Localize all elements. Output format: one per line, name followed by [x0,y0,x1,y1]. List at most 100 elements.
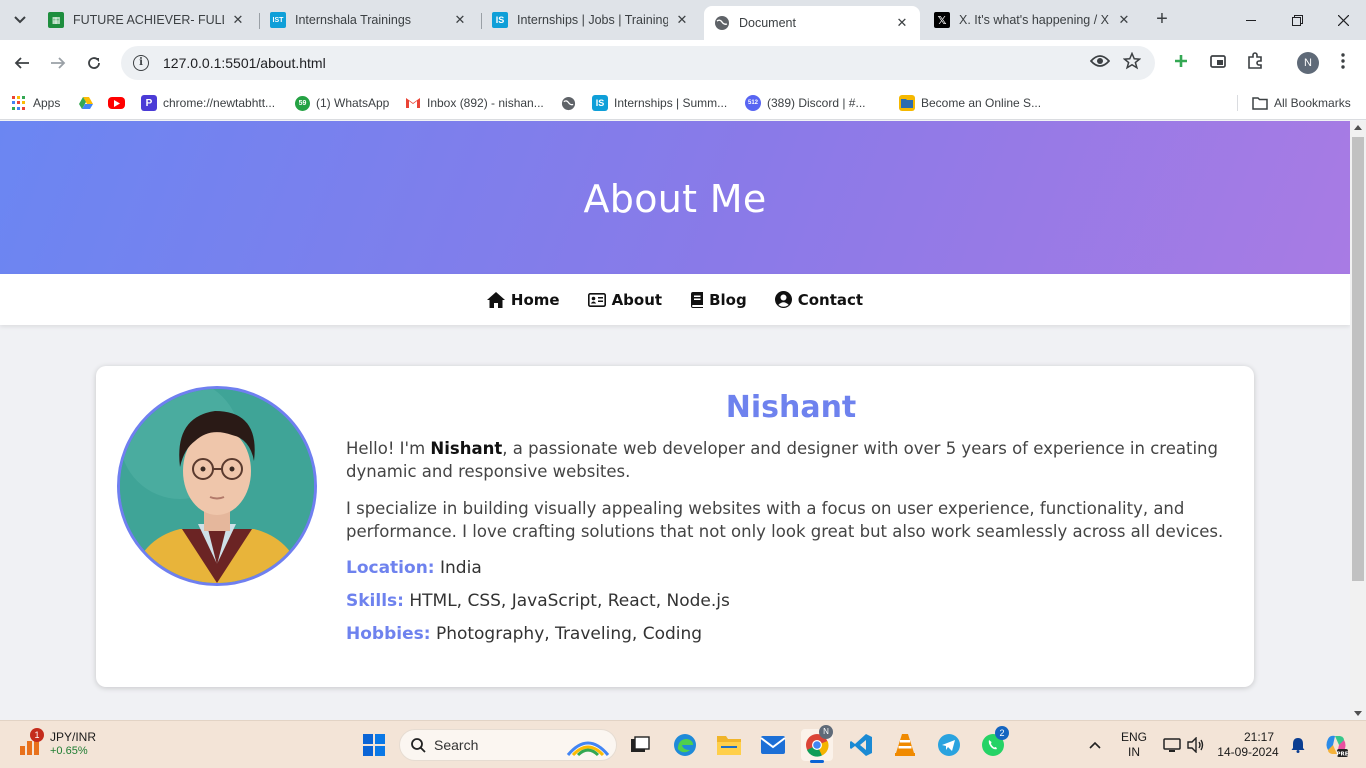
scroll-up-icon[interactable] [1354,125,1362,130]
profile-avatar[interactable]: N [1297,52,1319,74]
bookmark-star-icon[interactable] [1120,49,1144,73]
url-text[interactable]: 127.0.0.1:5501/about.html [163,55,326,71]
apps-grid-icon [12,96,26,110]
nav-home[interactable]: Home [486,291,560,309]
scroll-down-icon[interactable] [1354,711,1362,716]
detail-skills: Skills: HTML, CSS, JavaScript, React, No… [346,591,730,611]
whatsapp-button[interactable]: 2 [977,726,1009,761]
user-circle-icon [774,291,792,308]
specialty-paragraph: I specialize in building visually appeal… [346,499,1224,541]
restore-button[interactable] [1274,0,1320,40]
network-button[interactable] [1160,729,1184,761]
close-icon[interactable]: ✕ [230,12,246,28]
bookmark-newtab[interactable]: P chrome://newtabhtt... [141,92,275,114]
close-icon [1337,14,1349,26]
vscode-button[interactable] [845,729,877,761]
close-window-button[interactable] [1320,0,1366,40]
bookmark-youtube[interactable] [108,92,131,114]
close-icon[interactable]: ✕ [894,15,910,31]
profile-card: Nishant Hello! I'm Nishant, a passionate… [96,366,1254,687]
gmail-icon [405,95,421,111]
globe-icon [560,95,576,111]
mail-button[interactable] [757,729,789,761]
chrome-button[interactable]: N [801,725,833,763]
arrow-left-icon [14,57,29,69]
forward-button[interactable] [44,49,72,77]
globe-icon [714,15,730,31]
whatsapp-icon: 59 [295,95,310,111]
folder-icon [717,736,741,755]
nav-about[interactable]: About [587,291,662,309]
volume-button[interactable] [1184,729,1208,761]
arrow-right-icon [51,57,66,69]
folder-logo-icon [899,95,915,111]
bookmark-globe[interactable] [560,92,582,114]
close-icon[interactable]: ✕ [452,12,468,28]
task-view-button[interactable] [624,729,656,761]
bookmark-discord[interactable]: 512 (389) Discord | #... [745,92,865,114]
tab-search-button[interactable] [8,8,32,32]
bookmark-gmail[interactable]: Inbox (892) - nishan... [405,92,544,114]
x-icon: 𝕏 [934,12,950,28]
tab-internshala-trainings[interactable]: IST Internshala Trainings ✕ [260,5,478,35]
blog-icon [691,291,704,308]
tab-future-achiever[interactable]: ▦ FUTURE ACHIEVER- FULL STA ✕ [38,5,256,35]
volume-icon [1187,737,1204,753]
nav-contact[interactable]: Contact [774,291,863,309]
file-explorer-button[interactable] [713,729,745,761]
start-button[interactable] [358,729,390,761]
telegram-button[interactable] [933,729,965,761]
all-bookmarks[interactable]: All Bookmarks [1252,92,1351,114]
tab-x[interactable]: 𝕏 X. It's what's happening / X ✕ [924,5,1142,35]
edge-icon [674,734,696,756]
back-button[interactable] [8,49,36,77]
minimize-button[interactable] [1228,0,1274,40]
bookmark-whatsapp[interactable]: 59 (1) WhatsApp [295,92,389,114]
site-nav: Home About Blog Contact [0,274,1350,325]
page-scrollbar[interactable] [1350,121,1366,720]
weather-widget[interactable]: 1 JPY/INR +0.65% [14,728,124,762]
tray-overflow-button[interactable] [1081,729,1109,761]
vlc-button[interactable] [889,729,921,761]
copilot-button[interactable]: PRE [1320,729,1352,761]
close-icon[interactable]: ✕ [1116,12,1132,28]
reload-button[interactable] [80,49,108,77]
site-info-icon[interactable]: i [133,55,149,71]
widget-badge: 1 [30,728,44,742]
sheets-icon: ▦ [48,12,64,28]
eye-icon[interactable] [1088,49,1112,73]
whatsapp-badge: 2 [995,726,1009,740]
notifications-button[interactable] [1286,729,1310,761]
new-tab-button[interactable]: + [1150,8,1174,32]
bookmark-internships[interactable]: IS Internships | Summ... [592,92,727,114]
tab-internships[interactable]: IS Internships | Jobs | Trainings ✕ [482,5,700,35]
bookmark-apps[interactable]: Apps [12,92,60,114]
is-icon: IS [592,95,608,111]
nav-blog[interactable]: Blog [690,291,747,309]
tab-document[interactable]: Document ✕ [704,6,920,40]
bookmark-drive[interactable] [78,92,100,114]
edge-button[interactable] [669,729,701,761]
reload-icon [88,57,100,69]
mail-icon [760,736,786,754]
taskbar-search[interactable]: Search [399,729,617,761]
chevron-up-icon [1089,741,1101,749]
extensions-puzzle-icon[interactable] [1243,49,1267,73]
extension-plus-icon[interactable] [1169,49,1193,73]
intro-paragraph: Hello! I'm Nishant, a passionate web dev… [346,439,1218,481]
is-icon: IS [492,12,508,28]
menu-kebab-icon[interactable] [1331,49,1355,73]
windows-logo-icon [363,734,385,756]
media-control-icon[interactable] [1206,49,1230,73]
profile-photo [117,386,317,586]
bookmark-become[interactable]: Become an Online S... [899,92,1041,114]
folder-icon [1252,95,1268,111]
clock[interactable]: 21:17 14-09-2024 [1212,730,1284,760]
p-logo-icon: P [141,95,157,111]
bookmarks-bar: Apps P chrome://newtabhtt... 59 (1) What… [0,86,1366,120]
close-icon[interactable]: ✕ [674,12,690,28]
address-bar[interactable]: i 127.0.0.1:5501/about.html [121,46,1155,80]
id-card-icon [587,292,606,307]
scroll-thumb[interactable] [1352,137,1364,581]
language-indicator[interactable]: ENG IN [1118,730,1150,760]
